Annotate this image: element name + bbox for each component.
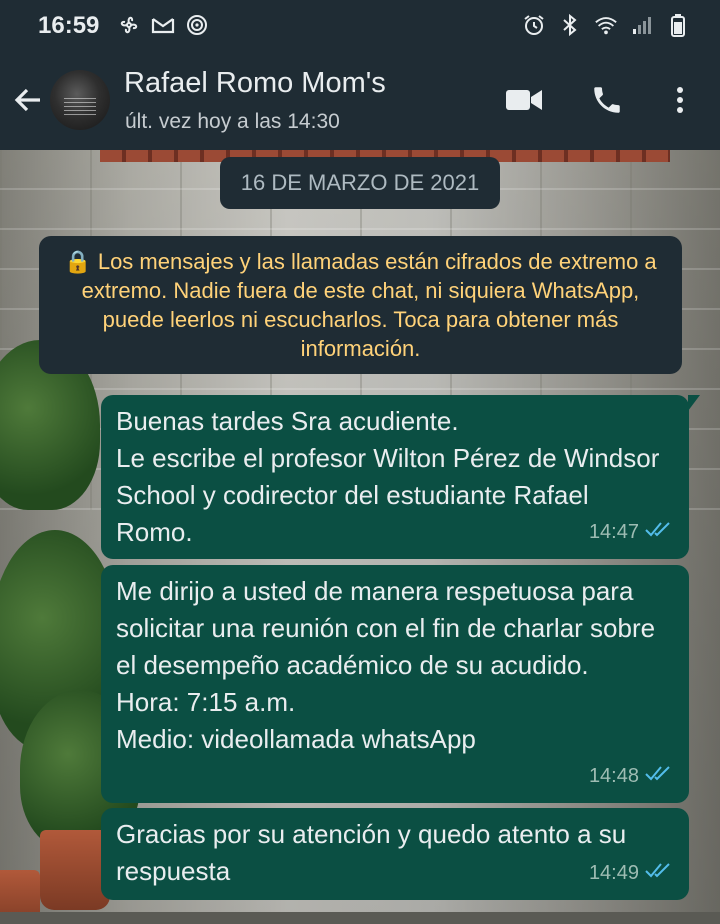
- message-bubble[interactable]: Me dirijo a usted de manera respetuosa p…: [101, 565, 689, 803]
- battery-icon: [666, 13, 690, 37]
- message-time: 14:47: [588, 521, 639, 543]
- bottom-edge: [0, 912, 720, 924]
- alarm-icon: [522, 13, 546, 37]
- read-ticks-icon: [645, 758, 675, 795]
- message-text: Buenas tardes Sra acudiente. Le escribe …: [116, 406, 660, 547]
- message-time: 14:48: [588, 765, 639, 787]
- status-bar: 16:59: [0, 0, 720, 52]
- phone-call-icon[interactable]: [589, 82, 625, 118]
- chat-header: Rafael Romo Mom's últ. vez hoy a las 14:…: [0, 52, 720, 150]
- read-ticks-icon: [645, 514, 675, 551]
- message-text: Gracias por su atención y quedo atento a…: [116, 819, 627, 886]
- message-bubble[interactable]: Buenas tardes Sra acudiente. Le escribe …: [101, 395, 700, 559]
- target-icon: [185, 13, 209, 37]
- encryption-notice[interactable]: 🔒 Los mensajes y las llamadas están cifr…: [39, 236, 682, 374]
- encryption-notice-text: 🔒 Los mensajes y las llamadas están cifr…: [64, 249, 657, 361]
- status-time: 16:59: [38, 12, 100, 39]
- avatar[interactable]: [50, 70, 110, 130]
- signal-icon: [630, 13, 654, 37]
- video-call-icon[interactable]: [505, 82, 543, 118]
- message-bubble[interactable]: Gracias por su atención y quedo atento a…: [101, 808, 689, 900]
- message-time: 14:49: [588, 862, 639, 884]
- last-seen-status: últ. vez hoy a las 14:30: [125, 110, 340, 133]
- bluetooth-icon: [558, 13, 582, 37]
- read-ticks-icon: [645, 855, 675, 892]
- wifi-icon: [594, 13, 618, 37]
- back-arrow-icon[interactable]: [10, 82, 46, 118]
- fan-icon: [117, 13, 141, 37]
- more-options-icon[interactable]: [668, 82, 692, 118]
- gmail-icon: [151, 13, 175, 37]
- chat-name[interactable]: Rafael Romo Mom's: [124, 67, 386, 100]
- message-text: Me dirijo a usted de manera respetuosa p…: [116, 576, 656, 754]
- date-chip: 16 DE MARZO DE 2021: [220, 157, 500, 209]
